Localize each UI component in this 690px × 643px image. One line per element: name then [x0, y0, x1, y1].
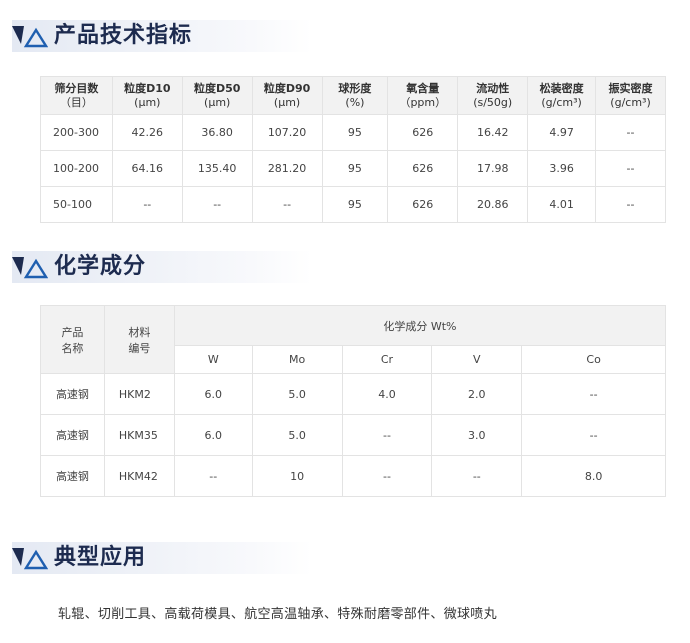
- table-cell: HKM2: [103, 373, 175, 415]
- table-cell: --: [521, 373, 666, 415]
- brand-triangle-icon: [12, 548, 48, 570]
- table-cell: 95: [321, 150, 389, 187]
- table-row: 高速钢 HKM35 6.0 5.0 -- 3.0 --: [40, 414, 666, 456]
- table-cell: HKM42: [103, 455, 175, 497]
- chem-header-row: 产品 名称 材料 编号 化学成分 Wt%: [40, 305, 667, 374]
- header-cell-composition: 化学成分 Wt%: [173, 305, 667, 346]
- table-cell: 高速钢: [40, 373, 105, 415]
- table-cell: 5.0: [251, 414, 343, 456]
- element-cell: Cr: [341, 345, 433, 374]
- brand-triangle-icon: [12, 257, 48, 279]
- section-header-specs: 产品技术指标: [12, 16, 312, 54]
- table-cell: 100-200: [40, 150, 113, 187]
- table-cell: 4.97: [527, 114, 597, 151]
- table-cell: 626: [387, 186, 459, 223]
- element-cell: V: [431, 345, 523, 374]
- table-cell: --: [111, 186, 183, 223]
- table-cell: 2.0: [431, 373, 523, 415]
- table-cell: --: [431, 455, 523, 497]
- table-cell: 3.96: [527, 150, 597, 187]
- chem-table: 产品 名称 材料 编号 化学成分 Wt% W Mo Cr V Co 高速钢 HKM2…: [40, 305, 667, 497]
- section-title-specs: 产品技术指标: [54, 23, 193, 48]
- table-cell: --: [521, 414, 666, 456]
- section-header-chem: 化学成分: [12, 247, 312, 285]
- table-cell: 36.80: [181, 114, 253, 151]
- table-cell: 95: [321, 114, 389, 151]
- table-cell: 4.01: [527, 186, 597, 223]
- header-cell-material: 材料 编号: [103, 305, 175, 374]
- table-cell: 高速钢: [40, 414, 105, 456]
- table-cell: 高速钢: [40, 455, 105, 497]
- table-cell: 3.0: [431, 414, 523, 456]
- table-cell: 50-100: [40, 186, 113, 223]
- table-cell: 6.0: [173, 414, 253, 456]
- section-title-chem: 化学成分: [54, 254, 147, 279]
- table-cell: --: [341, 455, 433, 497]
- table-cell: --: [595, 114, 666, 151]
- table-cell: 42.26: [111, 114, 183, 151]
- header-cell: 流动性 (s/50g): [457, 76, 529, 115]
- table-cell: 5.0: [251, 373, 343, 415]
- table-cell: 95: [321, 186, 389, 223]
- table-row: 高速钢 HKM42 -- 10 -- -- 8.0: [40, 455, 666, 497]
- header-cell: 振实密度 (g/cm³): [595, 76, 666, 115]
- element-cell: Mo: [251, 345, 343, 374]
- table-cell: --: [595, 150, 666, 187]
- element-cell: W: [173, 345, 253, 374]
- table-cell: --: [173, 455, 253, 497]
- specs-header-row: 筛分目数 （目） 粒度D10 (μm) 粒度D50 (μm) 粒度D90 (μm) 球形…: [40, 76, 666, 115]
- header-cell: 氧含量 （ppm）: [387, 76, 459, 115]
- table-row: 200-300 42.26 36.80 107.20 95 626 16.42 …: [40, 114, 666, 151]
- header-cell-product: 产品 名称: [40, 305, 105, 374]
- table-cell: 8.0: [521, 455, 666, 497]
- brand-triangle-icon: [12, 26, 48, 48]
- table-cell: --: [341, 414, 433, 456]
- applications-text: 轧辊、切削工具、高载荷模具、航空高温轴承、特殊耐磨零部件、微球喷丸: [58, 607, 497, 622]
- table-cell: 107.20: [251, 114, 323, 151]
- table-cell: 10: [251, 455, 343, 497]
- table-cell: --: [251, 186, 323, 223]
- table-cell: HKM35: [103, 414, 175, 456]
- table-cell: 17.98: [457, 150, 529, 187]
- table-cell: 6.0: [173, 373, 253, 415]
- table-cell: 200-300: [40, 114, 113, 151]
- table-cell: 64.16: [111, 150, 183, 187]
- table-cell: 16.42: [457, 114, 529, 151]
- table-cell: 20.86: [457, 186, 529, 223]
- specs-table: 筛分目数 （目） 粒度D10 (μm) 粒度D50 (μm) 粒度D90 (μm) 球形…: [40, 76, 666, 223]
- table-cell: --: [595, 186, 666, 223]
- table-cell: 4.0: [341, 373, 433, 415]
- table-cell: 626: [387, 114, 459, 151]
- element-cell: Co: [521, 345, 666, 374]
- table-cell: --: [181, 186, 253, 223]
- section-title-applications: 典型应用: [54, 545, 147, 570]
- table-row: 50-100 -- -- -- 95 626 20.86 4.01 --: [40, 186, 666, 223]
- table-cell: 281.20: [251, 150, 323, 187]
- section-header-applications: 典型应用: [12, 538, 312, 576]
- header-cell: 粒度D10 (μm): [111, 76, 183, 115]
- table-cell: 135.40: [181, 150, 253, 187]
- table-row: 高速钢 HKM2 6.0 5.0 4.0 2.0 --: [40, 373, 666, 415]
- table-row: 100-200 64.16 135.40 281.20 95 626 17.98…: [40, 150, 666, 187]
- header-cell: 筛分目数 （目）: [40, 76, 113, 115]
- header-cell: 粒度D90 (μm): [251, 76, 323, 115]
- header-cell: 松装密度 (g/cm³): [527, 76, 597, 115]
- table-cell: 626: [387, 150, 459, 187]
- header-cell: 粒度D50 (μm): [181, 76, 253, 115]
- header-cell: 球形度 (%): [321, 76, 389, 115]
